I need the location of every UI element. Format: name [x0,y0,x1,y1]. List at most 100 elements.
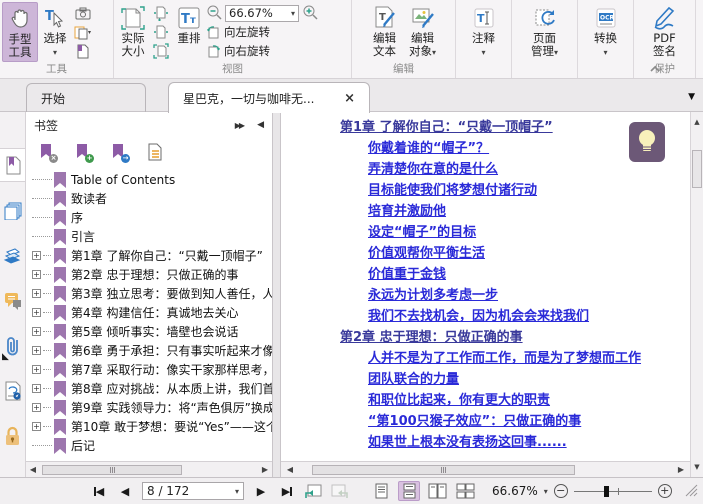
zoom-slider-thumb[interactable] [603,486,609,497]
bookmark-item[interactable]: + 第9章 实践领导力：将“声色俱厉”换成 [32,398,272,417]
page-thumbnails-icon[interactable] [0,194,25,228]
continuous-facing-view-button[interactable] [454,481,476,501]
bookmark-list-view-button[interactable] [144,142,164,162]
expand-panel-icon[interactable]: ▶▶ [235,121,245,130]
document-horizontal-scrollbar[interactable]: ◀ ▶ [281,461,690,477]
close-tab-icon[interactable]: × [334,91,355,106]
comments-panel-icon[interactable] [0,284,25,318]
toc-link[interactable]: 如果世上根本没有表扬这回事...... [368,432,690,453]
bookmarks-horizontal-scrollbar[interactable]: ◀ ▶ [26,461,272,477]
toc-link[interactable]: 弄清楚你在意的是什么 [368,159,690,180]
bookmark-item[interactable]: + 第8章 应对挑战：从本质上讲，我们首 [32,379,272,398]
next-page-button[interactable]: ▶ [248,481,274,501]
zoom-level-combo[interactable]: 66.67% ▾ [225,4,299,22]
bookmark-item[interactable]: + 第4章 构建信任：真诚地去关心 [32,303,272,322]
bookmarks-panel-icon[interactable] [0,148,25,182]
expand-plus-icon[interactable]: + [32,422,41,431]
toc-link[interactable]: 设定“帽子”的目标 [368,222,690,243]
single-page-view-button[interactable] [370,481,392,501]
expand-plus-icon[interactable]: + [32,384,41,393]
bookmark-item[interactable]: 后记 [32,436,272,455]
toc-link[interactable]: “第100只猴子效应”：只做正确的事 [368,411,690,432]
bookmark-item[interactable]: + 第10章 敢于梦想：要说“Yes”——这个 [32,417,272,436]
scroll-right-icon[interactable]: ▶ [258,465,272,474]
bookmark-item[interactable]: + 第3章 独立思考：要做到知人善任，人 [32,284,272,303]
actual-size-button[interactable]: 实际大小 [116,2,150,60]
previous-view-button[interactable] [300,481,326,501]
edit-object-button[interactable]: 编辑对象▾ [406,2,440,61]
toc-link[interactable]: 价值观帮你平衡生活 [368,243,690,264]
scroll-up-icon[interactable]: ▲ [691,118,703,126]
bookmark-item[interactable]: 致读者 [32,189,272,208]
signatures-panel-icon[interactable] [0,374,25,408]
scroll-right-icon[interactable]: ▶ [674,462,688,477]
bookmark-item[interactable]: 引言 [32,227,272,246]
bookmark-item[interactable]: + 第7章 采取行动：像实干家那样思考， [32,360,272,379]
goto-bookmark-button[interactable]: → [108,142,130,163]
tab-start[interactable]: 开始 [26,83,146,112]
collapse-bookmarks-button[interactable]: × [36,142,58,163]
bookmark-item[interactable]: + 第5章 倾听事实：墙壁也会说话 [32,322,272,341]
expand-plus-icon[interactable]: + [32,308,41,317]
hide-panel-corner-icon[interactable]: ◣ [2,352,9,362]
expand-plus-icon[interactable]: + [32,403,41,412]
toc-link[interactable]: 目标能使我们将梦想付诸行动 [368,180,690,201]
fit-page-button[interactable] [150,42,172,60]
hand-tool-button[interactable]: 手型工具 [2,2,38,62]
next-view-button[interactable] [326,481,352,501]
toc-link[interactable]: 和职位比起来，你有更大的职责 [368,390,690,411]
expand-plus-icon[interactable]: + [32,270,41,279]
collapse-ribbon-button[interactable] [649,62,661,72]
zoom-out-button[interactable]: − [553,484,568,498]
tab-document[interactable]: 星巴克，一切与咖啡无... × [168,82,370,113]
scrollbar-thumb[interactable] [42,465,182,475]
scrollbar-thumb[interactable] [692,150,702,188]
chevron-down-icon[interactable]: ▾ [544,487,548,496]
toc-link[interactable]: 我们不去找机会，因为机会会来找我们 [368,306,690,327]
scroll-down-icon[interactable]: ▼ [691,463,703,471]
add-bookmark-button[interactable]: + [72,142,94,163]
window-resize-grip[interactable] [684,483,698,500]
toc-link[interactable]: 培育并激励他 [368,201,690,222]
toc-link[interactable]: 人并不是为了工作而工作，而是为了梦想而工作 [368,348,690,369]
expand-plus-icon[interactable]: + [32,327,41,336]
tab-list-dropdown-icon[interactable]: ▼ [688,92,695,102]
page-manage-button[interactable]: 页面管理▾ [528,2,562,61]
bookmark-item[interactable]: + 第2章 忠于理想：只做正确的事 [32,265,272,284]
toc-link[interactable]: 永远为计划多考虑一步 [368,285,690,306]
convert-button[interactable]: OCR 转换 ▾ [589,2,623,61]
expand-plus-icon[interactable]: + [32,365,41,374]
zoom-in-button[interactable]: + [657,484,672,498]
zoom-in-icon[interactable] [302,4,318,23]
zoom-slider[interactable] [573,484,652,498]
toc-link[interactable]: 价值重于金钱 [368,264,690,285]
security-panel-icon[interactable] [0,419,25,453]
panel-splitter[interactable] [272,112,281,477]
select-tool-button[interactable]: T 选择 ▾ [38,2,72,61]
edit-text-button[interactable]: T 编辑文本 [368,2,402,60]
rotate-left-button[interactable]: 向左旋转 [206,23,318,41]
facing-view-button[interactable] [426,481,448,501]
fit-width-button[interactable] [150,23,172,41]
bookmark-item[interactable]: + 第6章 勇于承担：只有事实听起来才像 [32,341,272,360]
pdf-sign-button[interactable]: PDF签名 [648,2,682,60]
highlight-page-button[interactable] [72,42,94,60]
rotate-right-button[interactable]: 向右旋转 [206,42,318,60]
bookmark-item[interactable]: 序 [32,208,272,227]
collapse-panel-icon[interactable]: ◀ [257,120,264,130]
previous-page-button[interactable]: ◀ [112,481,138,501]
continuous-view-button[interactable] [398,481,420,501]
fit-height-button[interactable] [150,4,172,22]
bookmark-item[interactable]: + 第1章 了解你自己：“只戴一顶帽子” [32,246,272,265]
zoom-out-icon[interactable] [206,4,222,23]
expand-plus-icon[interactable]: + [32,289,41,298]
page-number-field[interactable]: 8 / 172 ▾ [142,482,244,500]
snapshot-button[interactable] [72,4,94,22]
last-page-button[interactable]: ▶ [274,481,300,501]
first-page-button[interactable]: ◀ [86,481,112,501]
expand-plus-icon[interactable]: + [32,251,41,260]
lightbulb-note-annotation[interactable] [629,122,665,162]
scrollbar-thumb[interactable] [312,465,575,475]
toc-link[interactable]: 第2章 忠于理想：只做正确的事 [340,327,690,348]
comment-button[interactable]: T 注释 ▾ [467,2,501,61]
